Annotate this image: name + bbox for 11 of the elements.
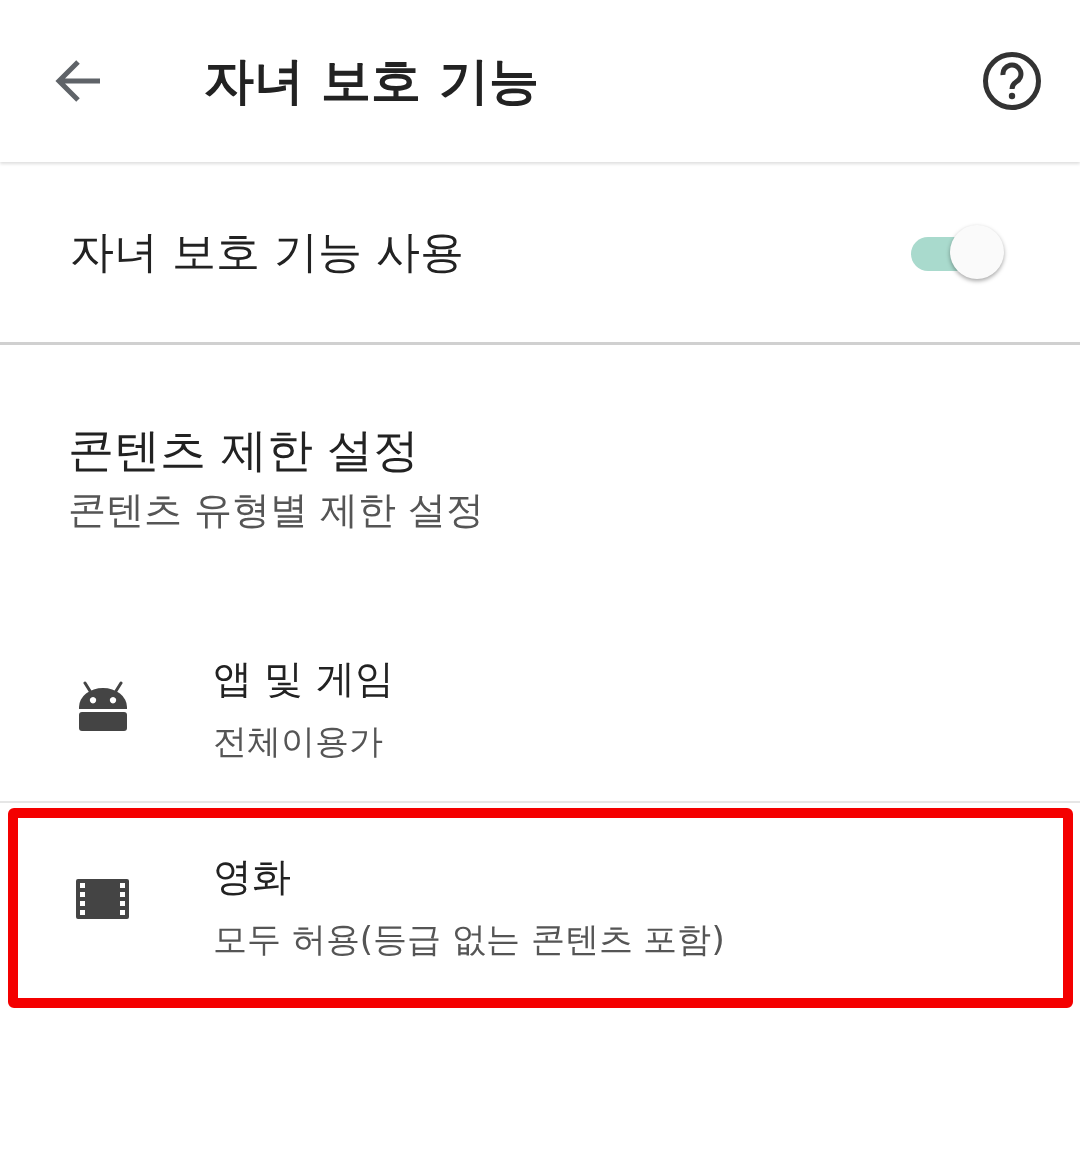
page-title: 자녀 보호 기능 xyxy=(204,51,540,112)
section-title: 콘텐츠 제한 설정 xyxy=(68,422,420,479)
help-button[interactable] xyxy=(982,51,1042,111)
section-subtitle: 콘텐츠 유형별 제한 설정 xyxy=(68,487,485,534)
item-subtitle: 모두 허용(등급 없는 콘텐츠 포함) xyxy=(213,918,725,961)
item-subtitle: 전체이용가 xyxy=(213,720,383,763)
android-icon xyxy=(78,681,127,731)
switch-label: 자녀 보호 기능 사용 xyxy=(70,225,465,279)
item-title: 앱 및 게임 xyxy=(213,655,394,703)
film-icon xyxy=(76,879,129,919)
item-title: 영화 xyxy=(213,853,291,901)
